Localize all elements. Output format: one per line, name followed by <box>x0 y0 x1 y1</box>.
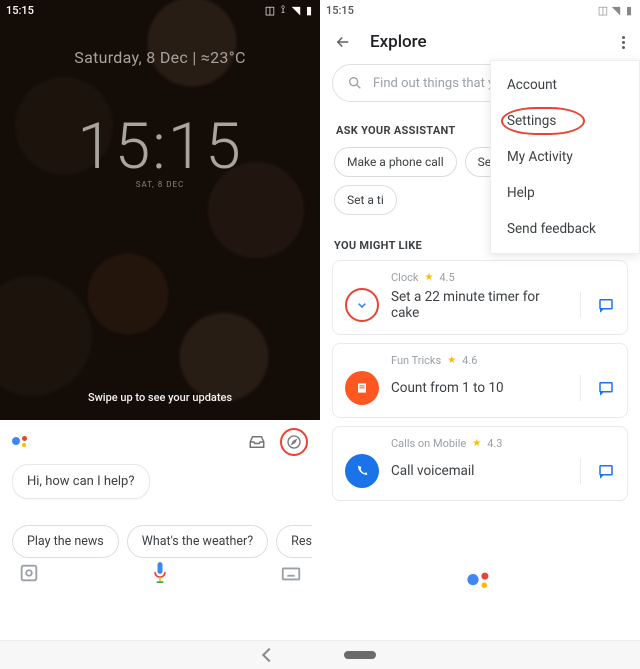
nav-bar <box>0 640 640 669</box>
ask-pill[interactable]: Set a ti <box>334 185 397 215</box>
status-time: 15:15 <box>6 4 34 17</box>
phone-icon <box>345 454 379 488</box>
suggestion-chip[interactable]: Play the news <box>12 525 119 558</box>
search-placeholder: Find out things that yo <box>373 76 502 91</box>
back-button[interactable] <box>334 33 352 51</box>
suggestion-card[interactable]: Fun Tricks ★ 4.6 Count from 1 to 10 <box>332 343 628 418</box>
status-time: 15:15 <box>326 4 354 17</box>
yml-label: YOU MIGHT LIKE <box>334 239 422 252</box>
location-icon: ⟟ <box>278 5 288 15</box>
menu-item-account[interactable]: Account <box>491 67 639 103</box>
ask-pill[interactable]: Make a phone call <box>334 147 457 177</box>
page-title: Explore <box>370 32 604 52</box>
card-text: Set a 22 minute timer for cake <box>391 289 564 321</box>
lock-clock-sub: SAT, 8 DEC <box>0 180 320 189</box>
search-icon <box>347 75 363 91</box>
card-text: Count from 1 to 10 <box>391 380 564 396</box>
message-icon[interactable] <box>597 462 615 480</box>
menu-item-my-activity[interactable]: My Activity <box>491 139 639 175</box>
explore-button[interactable] <box>280 428 308 456</box>
overflow-menu-button[interactable] <box>622 36 626 49</box>
assistant-logo-icon <box>471 572 489 590</box>
card-category: Fun Tricks <box>391 354 441 367</box>
wifi-icon: ◥ <box>611 5 621 15</box>
lens-icon[interactable] <box>18 562 40 584</box>
assistant-panel: Hi, how can I help? Play the news What's… <box>0 420 320 595</box>
battery-icon: ▮ <box>624 5 634 15</box>
app-bar: Explore <box>320 20 640 64</box>
card-category: Clock <box>391 271 418 284</box>
vibrate-icon: ◫ <box>265 5 275 15</box>
suggestion-chip[interactable]: Restau <box>276 525 312 558</box>
suggestion-card[interactable]: Calls on Mobile ★ 4.3 Call voicemail <box>332 426 628 501</box>
card-rating: 4.3 <box>487 437 502 450</box>
star-icon: ★ <box>447 355 456 366</box>
note-icon <box>345 371 379 405</box>
suggestion-chips: Play the news What's the weather? Restau <box>8 525 312 558</box>
menu-item-send-feedback[interactable]: Send feedback <box>491 211 639 247</box>
nav-home-button[interactable] <box>344 651 376 659</box>
keyboard-icon[interactable] <box>280 562 302 584</box>
star-icon: ★ <box>424 272 433 283</box>
lock-clock: 15:15 <box>0 109 320 184</box>
menu-item-settings[interactable]: Settings <box>491 103 639 139</box>
card-text: Call voicemail <box>391 463 564 479</box>
overflow-menu: Account Settings My Activity Help Send f… <box>490 60 640 254</box>
card-category: Calls on Mobile <box>391 437 466 450</box>
suggestion-card[interactable]: Clock ★ 4.5 Set a 22 minute timer for cake <box>332 260 628 335</box>
card-rating: 4.5 <box>439 271 454 284</box>
chevron-down-icon <box>345 288 379 322</box>
suggestion-chip[interactable]: What's the weather? <box>127 525 268 558</box>
date-weather: Saturday, 8 Dec | ≈23°C <box>0 48 320 67</box>
star-icon: ★ <box>472 438 481 449</box>
assistant-logo-icon <box>12 433 30 451</box>
card-rating: 4.6 <box>462 354 477 367</box>
message-icon[interactable] <box>597 379 615 397</box>
assistant-greeting: Hi, how can I help? <box>12 464 150 499</box>
battery-icon: ▮ <box>304 5 314 15</box>
message-icon[interactable] <box>597 296 615 314</box>
status-bar: 15:15 ◫ ◥ ▮ <box>320 0 640 20</box>
explore-screen: 15:15 ◫ ◥ ▮ Explore Find out things that… <box>320 0 640 640</box>
updates-icon[interactable] <box>248 433 266 451</box>
lockscreen: 15:15 ◫ ⟟ ◥ ▮ Saturday, 8 Dec | ≈23°C 15… <box>0 0 320 640</box>
menu-item-help[interactable]: Help <box>491 175 639 211</box>
vibrate-icon: ◫ <box>598 5 608 15</box>
mic-icon[interactable] <box>150 560 170 586</box>
status-bar: 15:15 ◫ ⟟ ◥ ▮ <box>0 0 320 20</box>
wifi-icon: ◥ <box>291 5 301 15</box>
swipe-hint[interactable]: Swipe up to see your updates <box>0 391 320 404</box>
nav-back-button[interactable] <box>262 648 276 662</box>
